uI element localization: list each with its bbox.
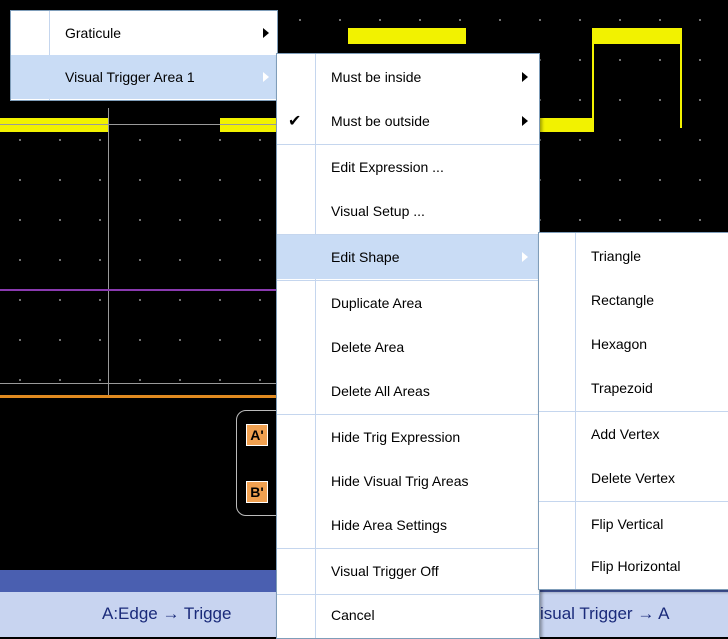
menu-item-trapezoid[interactable]: Trapezoid bbox=[539, 366, 728, 410]
trace-segment bbox=[592, 28, 682, 44]
trace-segment bbox=[220, 118, 280, 132]
menu-item-label: Delete Vertex bbox=[591, 470, 676, 486]
menu-item-hide-visual-trig-areas[interactable]: Hide Visual Trig Areas bbox=[277, 459, 539, 503]
horizontal-axis bbox=[0, 124, 280, 125]
menu-item-label: Edit Shape bbox=[331, 249, 400, 265]
menu-item-rectangle[interactable]: Rectangle bbox=[539, 278, 728, 322]
menu-item-label: Flip Horizontal bbox=[591, 558, 681, 574]
menu-item-label: Trapezoid bbox=[591, 380, 653, 396]
menu-item-hide-area-settings[interactable]: Hide Area Settings bbox=[277, 503, 539, 547]
menu-item-label: Visual Trigger Area 1 bbox=[65, 69, 195, 85]
menu-item-label: Delete Area bbox=[331, 339, 405, 355]
menu-item-label: Hide Trig Expression bbox=[331, 429, 461, 445]
menu-item-add-vertex[interactable]: Add Vertex bbox=[539, 412, 728, 456]
menu-item-label: Hide Area Settings bbox=[331, 517, 447, 533]
menu-item-cancel[interactable]: Cancel bbox=[277, 593, 539, 637]
trace-edge bbox=[680, 28, 682, 128]
submenu-arrow-icon bbox=[263, 72, 269, 82]
menu-item-visual-trigger-area-1[interactable]: Visual Trigger Area 1 bbox=[11, 55, 277, 99]
menu-item-label: Edit Expression ... bbox=[331, 159, 444, 175]
menu-item-label: Visual Setup ... bbox=[331, 203, 425, 219]
menu-item-label: Visual Trigger Off bbox=[331, 563, 439, 579]
submenu-arrow-icon bbox=[522, 72, 528, 82]
menu-item-duplicate-area[interactable]: Duplicate Area bbox=[277, 281, 539, 325]
menu-item-label: Duplicate Area bbox=[331, 295, 423, 311]
submenu-arrow-icon bbox=[522, 252, 528, 262]
cursor-a-prime-marker[interactable]: A' bbox=[246, 424, 268, 446]
trace-segment bbox=[348, 28, 466, 44]
menu-item-triangle[interactable]: Triangle bbox=[539, 234, 728, 278]
menu-item-label: Must be inside bbox=[331, 69, 422, 85]
menu-item-must-be-inside[interactable]: Must be inside bbox=[277, 55, 539, 99]
menu-item-hide-trig-expression[interactable]: Hide Trig Expression bbox=[277, 415, 539, 459]
checkmark-icon: ✔ bbox=[288, 113, 302, 130]
menu-item-delete-vertex[interactable]: Delete Vertex bbox=[539, 456, 728, 500]
menu-item-flip-horizontal[interactable]: Flip Horizontal bbox=[539, 544, 728, 588]
menu-item-flip-vertical[interactable]: Flip Vertical bbox=[539, 502, 728, 546]
menu-item-edit-shape[interactable]: Edit Shape bbox=[277, 235, 539, 279]
submenu-arrow-icon bbox=[522, 116, 528, 126]
context-menu-top: Graticule Visual Trigger Area 1 bbox=[10, 10, 278, 101]
vertical-axis bbox=[108, 108, 109, 398]
context-menu-edit-shape: Triangle Rectangle Hexagon Trapezoid Add… bbox=[538, 232, 728, 590]
menu-item-label: Hide Visual Trig Areas bbox=[331, 473, 469, 489]
menu-item-hexagon[interactable]: Hexagon bbox=[539, 322, 728, 366]
menu-item-label: Cancel bbox=[331, 607, 375, 623]
menu-item-label: Must be outside bbox=[331, 113, 430, 129]
status-left-text: A:Edge → Trigge bbox=[102, 604, 232, 623]
menu-item-label: Delete All Areas bbox=[331, 383, 430, 399]
menu-item-delete-all-areas[interactable]: Delete All Areas bbox=[277, 369, 539, 413]
menu-item-visual-trigger-off[interactable]: Visual Trigger Off bbox=[277, 549, 539, 593]
menu-item-visual-setup[interactable]: Visual Setup ... bbox=[277, 189, 539, 233]
menu-item-edit-expression[interactable]: Edit Expression ... bbox=[277, 145, 539, 189]
menu-item-label: Hexagon bbox=[591, 336, 648, 352]
math-trace bbox=[0, 289, 280, 291]
menu-item-label: Add Vertex bbox=[591, 426, 660, 442]
horizontal-axis-bottom bbox=[0, 383, 280, 384]
menu-item-label: Graticule bbox=[65, 25, 122, 41]
trace-segment bbox=[540, 118, 594, 132]
menu-item-label: Triangle bbox=[591, 248, 642, 264]
ref-trace bbox=[0, 395, 280, 398]
status-right-text: isual Trigger → A bbox=[540, 604, 670, 623]
context-menu-visual-trigger: Must be inside ✔ Must be outside Edit Ex… bbox=[276, 53, 540, 639]
menu-item-must-be-outside[interactable]: ✔ Must be outside bbox=[277, 99, 539, 143]
cursor-b-prime-marker[interactable]: B' bbox=[246, 481, 268, 503]
menu-item-label: Flip Vertical bbox=[591, 516, 664, 532]
trace-segment bbox=[0, 118, 108, 132]
submenu-arrow-icon bbox=[263, 28, 269, 38]
menu-item-label: Rectangle bbox=[591, 292, 655, 308]
menu-item-graticule[interactable]: Graticule bbox=[11, 11, 277, 55]
menu-item-delete-area[interactable]: Delete Area bbox=[277, 325, 539, 369]
